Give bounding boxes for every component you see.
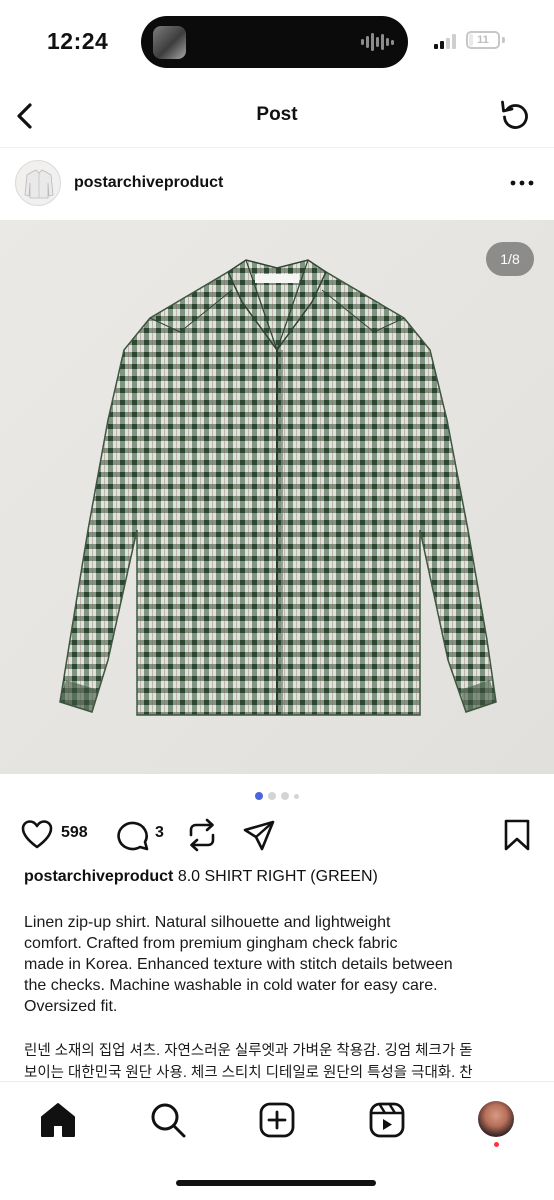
comment-icon[interactable] (116, 818, 150, 852)
media-counter: 1/8 (486, 242, 534, 276)
repost-icon[interactable] (186, 818, 218, 852)
post-header: postarchiveproduct (0, 148, 554, 220)
author-avatar[interactable] (15, 160, 61, 206)
share-icon[interactable] (242, 818, 276, 852)
description-line: Linen zip-up shirt. Natural silhouette a… (24, 914, 391, 931)
caption-description: Linen zip-up shirt. Natural silhouette a… (24, 912, 534, 1017)
refresh-icon[interactable] (496, 96, 534, 134)
battery-tip (502, 37, 505, 43)
battery-level: 11 (477, 34, 489, 46)
caption-description-korean: 린넨 소재의 집업 셔츠. 자연스러운 실루엣과 가벼운 착용감. 깅엄 체크가… (24, 1040, 536, 1084)
nav-header: Post (0, 84, 554, 148)
more-horizontal-icon[interactable] (508, 170, 536, 196)
home-indicator[interactable] (176, 1180, 376, 1186)
post-media[interactable]: 1/8 (0, 220, 554, 774)
heart-icon[interactable] (20, 818, 54, 852)
caption-username[interactable]: postarchiveproduct (24, 868, 173, 885)
description-line: made in Korea. Enhanced texture with sti… (24, 956, 453, 973)
author-username[interactable]: postarchiveproduct (74, 174, 223, 192)
audio-waveform-icon (361, 32, 394, 52)
status-bar: 12:24 11 (0, 0, 554, 84)
carousel-dot-active (255, 792, 263, 800)
like-count[interactable]: 598 (61, 824, 88, 842)
comment-count[interactable]: 3 (155, 824, 164, 842)
page-title: Post (256, 104, 298, 125)
dynamic-island[interactable] (141, 16, 408, 68)
description-line: the checks. Machine washable in cold wat… (24, 977, 438, 994)
now-playing-thumbnail (153, 26, 186, 59)
battery-icon: 11 (466, 31, 500, 49)
shirt-photo (0, 220, 554, 774)
caption-title: postarchiveproduct 8.0 SHIRT RIGHT (GREE… (24, 868, 378, 886)
description-line: Oversized fit. (24, 998, 118, 1015)
shirt-thumbnail-icon (24, 169, 54, 199)
caption-product-title: 8.0 SHIRT RIGHT (GREEN) (177, 868, 378, 885)
home-icon[interactable] (36, 1098, 80, 1142)
search-icon[interactable] (146, 1098, 190, 1142)
carousel-dot (281, 792, 289, 800)
create-icon[interactable] (255, 1098, 299, 1142)
description-kr-line: 보이는 대한민국 원단 사용. 체크 스티치 디테일로 원단의 특성을 극대화.… (24, 1065, 473, 1081)
profile-avatar[interactable] (478, 1101, 514, 1137)
signal-icon (434, 33, 456, 49)
carousel-dot (294, 793, 299, 799)
carousel-indicator (0, 790, 554, 802)
description-line: comfort. Crafted from premium gingham ch… (24, 935, 398, 952)
status-time: 12:24 (47, 28, 109, 54)
reels-icon[interactable] (365, 1098, 409, 1142)
post-actions: 598 3 (0, 812, 554, 858)
description-kr-line: 린넨 소재의 집업 셔츠. 자연스러운 실루엣과 가벼운 착용감. 깅엄 체크가… (24, 1043, 473, 1059)
carousel-dot (268, 792, 276, 800)
bookmark-icon[interactable] (502, 818, 532, 852)
notification-dot (494, 1142, 499, 1147)
